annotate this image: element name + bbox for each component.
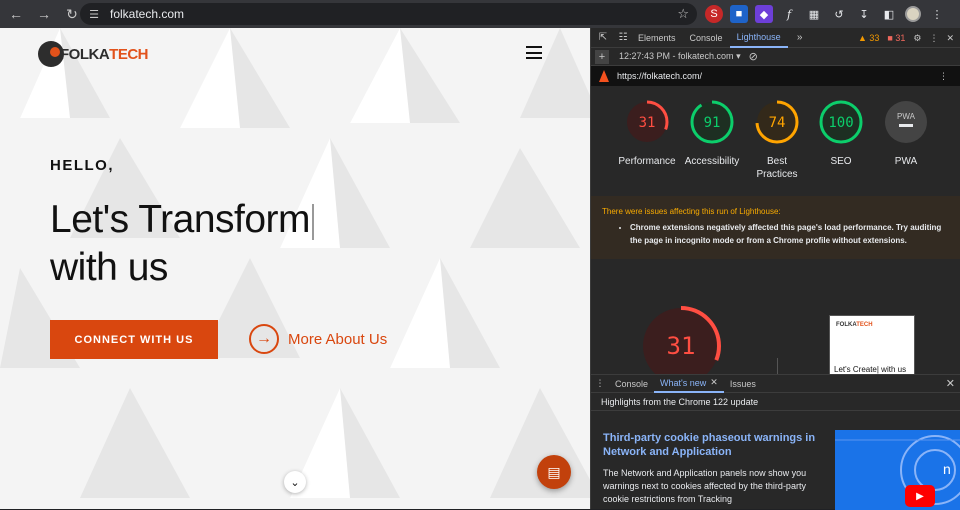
connect-with-us-button[interactable]: CONNECT WITH US <box>50 320 218 359</box>
clear-icon[interactable]: ⊘ <box>749 50 758 63</box>
close-icon[interactable]: ✕ <box>946 33 954 44</box>
drawer-tabbar: ⋮ Console What's new ✕ Issues ✕ <box>591 375 960 393</box>
side-panel-icon[interactable]: ◧ <box>880 5 898 23</box>
device-toggle-icon[interactable]: ☷ <box>615 32 631 43</box>
gauge-label: Best Practices <box>756 156 798 180</box>
sync-icon[interactable]: ↺ <box>830 5 848 23</box>
gauge-label: Performance <box>618 156 676 167</box>
typing-caret <box>312 203 315 240</box>
hamburger-menu-icon[interactable] <box>526 46 542 59</box>
gear-icon[interactable]: ⚙ <box>913 33 921 44</box>
function-icon[interactable]: f <box>780 5 798 23</box>
address-url[interactable]: folkatech.com <box>110 7 184 21</box>
lighthouse-logo-icon <box>599 70 609 82</box>
gauge-best-practices[interactable]: 74 Best Practices <box>744 100 810 181</box>
warnings-badge[interactable]: ▲ 33 <box>858 33 879 43</box>
big-score-value: 31 <box>667 332 696 360</box>
tab-console[interactable]: Console <box>683 28 730 48</box>
drawer-tab-console[interactable]: Console <box>609 375 654 393</box>
hero-headline: Let's Transform with us <box>50 196 315 292</box>
kebab-menu-icon[interactable]: ⋮ <box>928 5 946 23</box>
tab-elements[interactable]: Elements <box>631 28 683 48</box>
video-thumbnail[interactable]: n ▶ <box>835 430 960 510</box>
devtools-panel: ⇱ ☷ Elements Console Lighthouse » ▲ 33 ■… <box>590 28 960 510</box>
logo-mark-icon <box>38 41 64 67</box>
score-gauges: 31 Performance 91 Accessibility 74 Best … <box>591 100 960 180</box>
profile-avatar[interactable] <box>905 6 921 22</box>
arrow-right-icon: → <box>249 324 279 354</box>
errors-badge[interactable]: ■ 31 <box>887 33 905 43</box>
report-url-bar: https://folkatech.com/ ⋮ <box>591 66 960 86</box>
logo-text-accent: TECH <box>109 45 149 63</box>
thumbnail-text: Let's Create| with us <box>834 365 907 374</box>
new-report-icon[interactable]: + <box>595 49 609 64</box>
address-bar[interactable]: ☰ folkatech.com ☆ <box>80 3 697 25</box>
youtube-play-icon[interactable]: ▶ <box>905 485 935 507</box>
report-url: https://folkatech.com/ <box>617 71 703 81</box>
gauge-pwa[interactable]: PWA PWA <box>873 100 939 168</box>
more-about-us-label: More About Us <box>288 330 388 348</box>
report-menu-icon[interactable]: ⋮ <box>939 71 948 82</box>
close-tab-icon[interactable]: ✕ <box>710 377 718 388</box>
svg-text:n: n <box>943 461 951 477</box>
chat-icon[interactable]: ▤ <box>537 455 571 489</box>
hero-line-1: Let's Transform <box>50 198 311 241</box>
drawer-tab-issues[interactable]: Issues <box>724 375 762 393</box>
browser-toolbar: ← → ↻ ☰ folkatech.com ☆ S ■ ◆ f ▦ ↺ ↧ ◧ … <box>0 0 960 28</box>
extensions-row: S ■ ◆ f ▦ ↺ ↧ ◧ ⋮ <box>705 4 946 24</box>
purple-extension-icon[interactable]: ◆ <box>755 5 773 23</box>
more-about-us-link[interactable]: → More About Us <box>249 324 387 354</box>
svg-text:91: 91 <box>704 115 721 131</box>
gauge-label: SEO <box>830 156 852 167</box>
hero-greeting: HELLO, <box>50 157 114 174</box>
site-settings-icon[interactable]: ☰ <box>86 6 102 22</box>
warnings-heading: There were issues affecting this run of … <box>602 207 781 216</box>
blue-extension-icon[interactable]: ■ <box>730 5 748 23</box>
gauge-label: Accessibility <box>684 156 740 167</box>
gauge-performance[interactable]: 31 Performance <box>614 100 680 168</box>
devtools-menu-icon[interactable]: ⋮ <box>929 33 938 44</box>
devtools-drawer: ⋮ Console What's new ✕ Issues ✕ Highlight… <box>591 374 960 510</box>
close-drawer-icon[interactable]: ✕ <box>946 377 955 390</box>
lighthouse-toolbar: + 12:27:43 PM - folkatech.com ▾ ⊘ <box>591 48 960 66</box>
lighthouse-warnings: There were issues affecting this run of … <box>591 196 960 259</box>
drawer-tab-whats-new[interactable]: What's new ✕ <box>654 375 724 393</box>
svg-text:74: 74 <box>769 115 786 131</box>
back-arrow-icon[interactable]: ← <box>4 2 28 26</box>
gauge-label: PWA <box>894 156 918 167</box>
article-title[interactable]: Third-party cookie phaseout warnings in … <box>603 431 823 459</box>
svg-text:100: 100 <box>828 115 853 131</box>
site-logo[interactable]: FOLKATECH <box>38 40 149 68</box>
download-icon[interactable]: ↧ <box>855 5 873 23</box>
website-viewport: FOLKATECH HELLO, Let's Transform with us… <box>0 28 590 509</box>
chevron-down-icon[interactable]: ⌄ <box>284 471 306 493</box>
gauge-seo[interactable]: 100 SEO <box>808 100 874 168</box>
warning-item: Chrome extensions negatively affected th… <box>630 221 950 247</box>
svg-text:31: 31 <box>639 115 656 131</box>
logo-text-main: FOLKA <box>60 45 110 63</box>
screenshot-thumbnail[interactable]: FOLKATECH Let's Create| with us <box>829 315 915 377</box>
bookmark-star-icon[interactable]: ☆ <box>677 6 689 22</box>
highlights-heading: Highlights from the Chrome 122 update <box>591 393 960 411</box>
report-selector[interactable]: 12:27:43 PM - folkatech.com ▾ <box>619 51 741 62</box>
hero-line-2: with us <box>50 246 168 289</box>
gauge-accessibility[interactable]: 91 Accessibility <box>679 100 745 168</box>
puzzle-icon[interactable]: ▦ <box>805 5 823 23</box>
forward-arrow-icon[interactable]: → <box>32 2 56 26</box>
devtools-tabbar: ⇱ ☷ Elements Console Lighthouse » ▲ 33 ■… <box>591 28 960 48</box>
inspect-icon[interactable]: ⇱ <box>595 32 611 43</box>
red-extension-icon[interactable]: S <box>705 5 723 23</box>
article-body: The Network and Application panels now s… <box>603 468 807 504</box>
more-tabs-icon[interactable]: » <box>792 32 808 43</box>
tab-lighthouse[interactable]: Lighthouse <box>729 28 788 48</box>
drawer-menu-icon[interactable]: ⋮ <box>591 378 609 389</box>
pwa-badge-text: PWA <box>897 112 916 121</box>
